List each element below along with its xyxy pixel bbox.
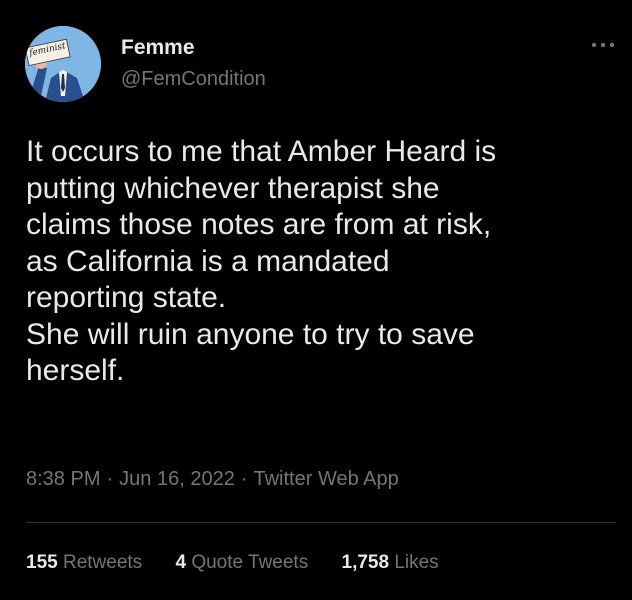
tweet-text: It occurs to me that Amber Heard is putt… [26,134,616,390]
tweet-text-line: putting whichever therapist she [26,171,440,205]
meta-separator: · [106,468,114,490]
retweets-label: Retweets [62,552,143,573]
retweets-count: 155 [26,552,58,573]
quote-tweets-stat[interactable]: 4 Quote Tweets [175,552,308,574]
tweet-text-line: claims those notes are from at risk, [26,208,492,241]
tweet-source[interactable]: Twitter Web App [253,468,398,490]
likes-count: 1,758 [341,552,390,573]
divider [26,522,616,523]
retweets-stat[interactable]: 155 Retweets [26,552,142,574]
tweet-meta: 8:38 PM · Jun 16, 2022 · Twitter Web App [26,468,399,491]
likes-label: Likes [394,552,439,573]
display-name[interactable]: Femme [121,36,195,60]
tweet-text-line: reporting state. [26,281,227,314]
user-handle[interactable]: @FemCondition [121,68,266,91]
likes-stat[interactable]: 1,758 Likes [342,552,439,574]
tweet-text-line: It occurs to me that Amber Heard is [26,135,497,168]
quote-tweets-label: Quote Tweets [191,552,309,573]
quote-tweets-count: 4 [175,552,187,573]
tweet-text-line: as California is a mandated [26,244,390,278]
avatar[interactable]: feminist [25,26,101,102]
tweet-text-line: herself. [26,354,125,387]
feminist-sign-avatar-icon [25,26,101,102]
tweet-date[interactable]: Jun 16, 2022 [119,468,235,490]
tweet-time[interactable]: 8:38 PM [26,468,100,490]
more-options-icon[interactable] [590,38,616,52]
tweet-card: feminist Femme @FemCondition It occurs t… [0,0,632,600]
meta-separator: · [240,468,248,490]
tweet-stats: 155 Retweets 4 Quote Tweets 1,758 Likes [26,552,439,574]
tweet-text-line: She will ruin anyone to try to save [26,317,475,351]
